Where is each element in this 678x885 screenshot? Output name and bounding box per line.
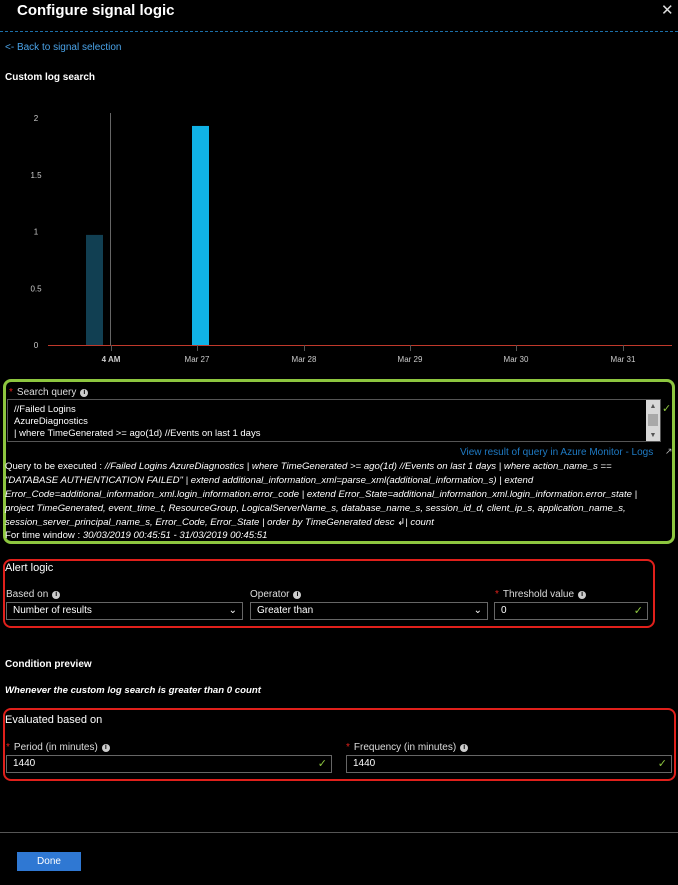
search-query-label: * Search query i xyxy=(9,387,89,398)
search-query-input[interactable]: //Failed Logins AzureDiagnostics | where… xyxy=(7,399,661,442)
results-chart: 2 1.5 1 0.5 0 4 AM Mar 27 Mar 28 Mar 29 Mar 30 Mar… xyxy=(30,113,672,364)
info-icon[interactable]: i xyxy=(80,389,89,397)
threshold-label: * Threshold value i xyxy=(495,589,587,600)
required-marker: * xyxy=(346,742,350,753)
operator-label: Operator i xyxy=(250,589,302,600)
chevron-down-icon: ⌄ xyxy=(473,605,482,616)
scroll-down-icon[interactable]: ▼ xyxy=(646,430,660,442)
y-tick-label: 2 xyxy=(34,114,39,123)
x-tick-label: Mar 30 xyxy=(504,355,529,364)
chevron-down-icon: ⌄ xyxy=(228,605,237,616)
chart-bar[interactable] xyxy=(192,125,209,345)
y-tick-label: 0 xyxy=(34,341,39,350)
y-tick-label: 0.5 xyxy=(30,284,42,293)
x-tick-label: 4 AM xyxy=(102,355,121,364)
query-line: AzureDiagnostics xyxy=(14,416,88,427)
scroll-thumb[interactable] xyxy=(648,414,658,426)
threshold-input[interactable]: 0 ✓ xyxy=(494,602,648,620)
period-label: * Period (in minutes) i xyxy=(6,742,110,753)
x-tick-label: Mar 29 xyxy=(398,355,423,364)
scroll-up-icon[interactable]: ▲ xyxy=(646,401,660,413)
alert-logic-title: Alert logic xyxy=(5,562,54,574)
frequency-label: * Frequency (in minutes) i xyxy=(346,742,469,753)
required-marker: * xyxy=(495,589,499,600)
based-on-label: Based on i xyxy=(6,589,61,600)
blade-title: Configure signal logic xyxy=(17,2,175,19)
query-to-be-executed: Query to be executed : //Failed Logins A… xyxy=(5,461,638,528)
chart-bar[interactable] xyxy=(86,234,103,345)
external-link-icon[interactable]: ↗ xyxy=(665,446,673,457)
query-scrollbar[interactable]: ▲ ▼ xyxy=(646,400,660,441)
done-button[interactable]: Done xyxy=(17,852,81,871)
section-title: Custom log search xyxy=(5,72,96,83)
condition-preview-title: Condition preview xyxy=(5,659,92,670)
close-icon[interactable]: ✕ xyxy=(661,1,674,19)
valid-check-icon: ✓ xyxy=(662,403,672,415)
x-tick-label: Mar 27 xyxy=(185,355,210,364)
back-to-signal-selection-link[interactable]: <- Back to signal selection xyxy=(5,42,121,53)
x-tick-label: Mar 31 xyxy=(611,355,636,364)
valid-check-icon: ✓ xyxy=(657,758,667,770)
query-line: | where TimeGenerated >= ago(1d) //Event… xyxy=(14,428,261,439)
y-tick-label: 1 xyxy=(34,228,39,237)
condition-preview-text: Whenever the custom log search is greate… xyxy=(5,685,261,696)
info-icon[interactable]: i xyxy=(460,744,469,752)
footer-divider xyxy=(0,832,678,833)
period-input[interactable]: 1440 ✓ xyxy=(6,755,332,773)
info-icon[interactable]: i xyxy=(52,591,61,599)
required-marker: * xyxy=(6,742,10,753)
time-window: For time window : 30/03/2019 00:45:51 - … xyxy=(5,530,268,541)
operator-select[interactable]: Greater than ⌄ xyxy=(250,602,488,620)
valid-check-icon: ✓ xyxy=(633,605,643,617)
info-icon[interactable]: i xyxy=(293,591,302,599)
blade-header: Configure signal logic ✕ xyxy=(0,0,678,32)
view-in-azure-monitor-link[interactable]: View result of query in Azure Monitor - … xyxy=(460,447,653,458)
info-icon[interactable]: i xyxy=(101,744,110,752)
evaluated-title: Evaluated based on xyxy=(5,714,103,726)
valid-check-icon: ✓ xyxy=(317,758,327,770)
required-marker: * xyxy=(9,387,13,398)
y-tick-label: 1.5 xyxy=(30,171,42,180)
info-icon[interactable]: i xyxy=(578,591,587,599)
frequency-input[interactable]: 1440 ✓ xyxy=(346,755,672,773)
x-tick-label: Mar 28 xyxy=(292,355,317,364)
based-on-select[interactable]: Number of results ⌄ xyxy=(6,602,243,620)
query-line: //Failed Logins xyxy=(14,404,76,415)
